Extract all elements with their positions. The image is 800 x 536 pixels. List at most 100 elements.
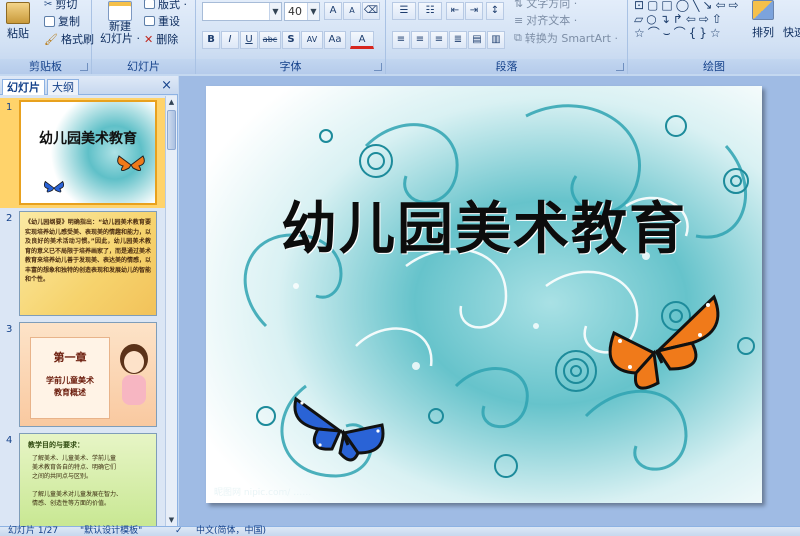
slide-title[interactable]: 幼儿园美术教育	[206, 184, 762, 265]
slides-group-label: 幻灯片	[92, 59, 195, 74]
chevron-down-icon: ▼	[307, 3, 319, 20]
underline-button[interactable]: U	[240, 31, 258, 49]
strikethrough-button[interactable]: abc	[259, 31, 281, 49]
smartart-button[interactable]: ⧉ 转换为 SmartArt ·	[514, 30, 618, 46]
align-text-button[interactable]: ≡ 对齐文本 ·	[514, 12, 577, 28]
text-direction-button[interactable]: ⇅ 文字方向 ·	[514, 0, 577, 11]
language[interactable]: 中文(简体，中国)	[196, 526, 266, 536]
change-case-button[interactable]: Aa	[324, 31, 346, 49]
reset-icon	[144, 16, 155, 26]
shadow-button[interactable]: S	[282, 31, 300, 49]
scroll-up-icon[interactable]: ▲	[166, 96, 177, 108]
paste-label: 粘贴	[7, 27, 29, 40]
format-painter-button[interactable]: 🖌 格式刷	[44, 31, 94, 47]
new-slide-button[interactable]: 新建 幻灯片 ·	[100, 1, 140, 45]
decrease-indent-button[interactable]: ⇤	[446, 2, 464, 20]
slide-4-item-1: 了解美术、儿童美术、学前儿童美术教育各自的特点、明确它们之间的共同点与区别。	[32, 455, 117, 480]
cut-button[interactable]: ✂ 剪切	[44, 0, 77, 12]
text-direction-icon: ⇅	[514, 0, 524, 10]
tab-slides[interactable]: 幻灯片	[2, 79, 45, 95]
new-slide-icon	[108, 1, 132, 21]
align-right-button[interactable]: ≡	[430, 31, 448, 49]
font-size-value: 40	[288, 5, 302, 18]
arrange-label: 排列	[752, 26, 774, 39]
font-color-button[interactable]: A	[350, 31, 374, 49]
slide-thumbnail-2[interactable]: 2 《幼儿园纲要》明确指出：“幼儿园美术教育要实现培养幼儿感受美、表现美的情趣和…	[0, 209, 166, 319]
char-spacing-button[interactable]: AV	[301, 31, 323, 49]
bold-button[interactable]: B	[202, 31, 220, 49]
font-group-label: 字体	[196, 59, 385, 74]
distributed-button[interactable]: ▤	[468, 31, 486, 49]
layout-button[interactable]: 版式 ·	[144, 0, 187, 12]
chevron-down-icon: ▼	[269, 3, 281, 20]
delete-icon: ✕	[144, 32, 154, 46]
slide-3-subtitle-2: 教育概述	[54, 388, 86, 397]
align-text-label: 对齐文本 ·	[526, 14, 578, 27]
close-icon[interactable]: ×	[161, 78, 172, 93]
copy-icon	[44, 15, 55, 27]
copy-label: 复制	[58, 15, 80, 28]
pane-tabs: 幻灯片 大纲 ×	[0, 76, 178, 95]
clipboard-group: 粘贴 ✂ 剪切 复制 🖌 格式刷 剪贴板	[0, 0, 94, 74]
shrink-font-button[interactable]: A	[343, 2, 361, 20]
slides-pane: 幻灯片 大纲 × 1 幼儿园美术教育 2 《幼儿园纲要》明确指出：“幼儿园美术教…	[0, 76, 178, 526]
arrange-button[interactable]: 排列	[752, 0, 774, 40]
slide-thumbnail-1[interactable]: 1 幼儿园美术教育	[0, 98, 166, 208]
orange-butterfly-icon	[608, 294, 720, 390]
paste-button[interactable]: 粘贴	[6, 2, 30, 41]
slide-number: 3	[6, 324, 13, 335]
quick-styles-button[interactable]: 快速	[783, 24, 800, 40]
align-center-button[interactable]: ≡	[411, 31, 429, 49]
arrange-icon	[752, 0, 774, 20]
italic-button[interactable]: I	[221, 31, 239, 49]
bullets-button[interactable]: ☰	[392, 2, 416, 20]
columns-button[interactable]: ▥	[487, 31, 505, 49]
reset-button[interactable]: 重设	[144, 13, 180, 29]
slide-preview: 《幼儿园纲要》明确指出：“幼儿园美术教育要实现培养幼儿感受美、表现美的情趣和能力…	[19, 211, 157, 316]
pane-scrollbar[interactable]: ▲ ▼	[165, 96, 177, 526]
slide-4-item-2: 了解儿童美术对儿童发展在智力、情感、创造性等方面的价值。	[32, 491, 123, 507]
slide-3-subtitle-1: 学前儿童美术	[46, 376, 94, 385]
spellcheck-icon[interactable]: ✓	[175, 526, 183, 536]
girl-illustration-icon	[120, 344, 148, 405]
increase-indent-button[interactable]: ⇥	[465, 2, 483, 20]
new-slide-label-line2: 幻灯片 ·	[100, 32, 140, 45]
scroll-down-icon[interactable]: ▼	[166, 514, 177, 526]
clear-format-button[interactable]: ⌫	[362, 2, 380, 20]
paragraph-launcher-icon[interactable]	[616, 63, 624, 71]
justify-button[interactable]: ≣	[449, 31, 467, 49]
align-left-button[interactable]: ≡	[392, 31, 410, 49]
shapes-row2-icon: ▱○↴↱⇦⇨⇧	[634, 12, 725, 26]
butterfly-icon	[43, 180, 65, 193]
slide-thumbnail-4[interactable]: 4 教学目的与要求： 了解美术、儿童美术、学前儿童美术教育各自的特点、明确它们之…	[0, 431, 166, 526]
delete-slide-button[interactable]: ✕ 删除	[144, 31, 178, 47]
align-text-icon: ≡	[514, 13, 524, 27]
slide-thumbnail-3[interactable]: 3 第一章 学前儿童美术 教育概述	[0, 320, 166, 430]
ribbon: 粘贴 ✂ 剪切 复制 🖌 格式刷 剪贴板 新建 幻灯片 · 版式 · 重设 ✕ …	[0, 0, 800, 74]
status-bar: 幻灯片 1/27 "默认设计模板" ✓ 中文(简体，中国)	[0, 526, 800, 536]
slide-number: 4	[6, 435, 13, 446]
slide-1-thumb-title: 幼儿园美术教育	[39, 131, 137, 147]
shapes-gallery[interactable]: ⊡▢□◯╲↘⇦⇨ ▱○↴↱⇦⇨⇧ ☆⌒⌣⌒{}☆	[634, 0, 746, 40]
tab-outline[interactable]: 大纲	[47, 79, 79, 95]
butterfly-icon	[117, 155, 145, 172]
smartart-icon: ⧉	[514, 31, 522, 44]
drawing-group-label: 绘图	[628, 59, 800, 74]
scrollbar-thumb[interactable]	[167, 110, 176, 150]
slide-preview: 教学目的与要求： 了解美术、儿童美术、学前儿童美术教育各自的特点、明确它们之间的…	[19, 433, 157, 526]
clipboard-launcher-icon[interactable]	[80, 63, 88, 71]
slide-preview: 第一章 学前儿童美术 教育概述	[19, 322, 157, 427]
cut-label: 剪切	[55, 0, 78, 11]
text-direction-label: 文字方向 ·	[526, 0, 578, 10]
line-spacing-button[interactable]: ↕	[486, 2, 504, 20]
font-launcher-icon[interactable]	[374, 63, 382, 71]
layout-label: 版式 ·	[158, 0, 187, 11]
numbering-button[interactable]: ☷	[418, 2, 442, 20]
current-slide[interactable]: 幼儿园美术教育 昵图网 nipic.com/ ……	[206, 86, 762, 503]
font-name-combo[interactable]: ▼	[202, 2, 282, 21]
copy-button[interactable]: 复制	[44, 13, 80, 29]
font-size-combo[interactable]: 40 ▼	[284, 2, 320, 21]
paragraph-group-label: 段落	[386, 59, 627, 74]
grow-font-button[interactable]: A	[324, 2, 342, 20]
clipboard-group-label: 剪贴板	[0, 59, 91, 74]
